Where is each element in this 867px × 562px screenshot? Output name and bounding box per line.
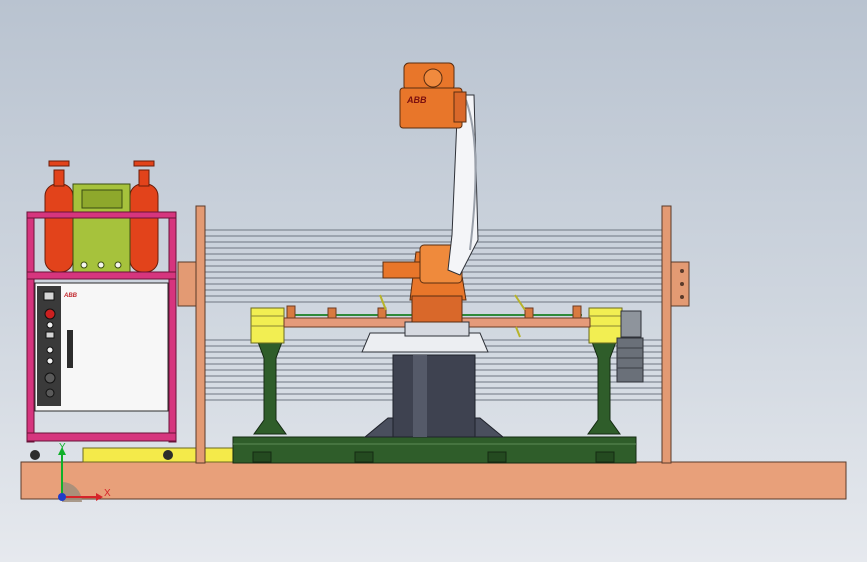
cart-frame-top — [26, 211, 177, 219]
cabinet-lamp — [46, 321, 54, 329]
base-foot — [595, 451, 615, 463]
fence-post-left — [195, 205, 206, 464]
cart-frame-bottom — [26, 432, 177, 442]
clamp — [327, 307, 337, 319]
fence-post-right — [661, 205, 672, 464]
robot-wrist-flange — [453, 91, 467, 123]
cabinet-dial — [44, 372, 56, 384]
wire-feeder-panel — [81, 189, 123, 209]
cart-frame-right — [168, 211, 177, 443]
robot-base-plate — [404, 321, 470, 337]
clamp — [572, 305, 582, 319]
cabinet-port — [45, 331, 55, 339]
bracket-bolt — [680, 295, 684, 299]
controller-side-panel — [37, 286, 61, 406]
floor-strip — [82, 447, 236, 463]
robot-pedestal — [392, 354, 476, 438]
clamp — [286, 305, 296, 319]
cabinet-door-handle — [67, 330, 73, 368]
pedestal-highlight — [413, 355, 427, 437]
motor-gearbox — [616, 337, 644, 383]
welding-cell-drawing: ABB ABB Y X — [20, 62, 847, 502]
cabinet-dial — [46, 357, 54, 365]
triad-y-label: Y — [59, 442, 66, 453]
cart-wheel — [163, 450, 173, 460]
positioner-motor — [620, 310, 642, 338]
cabinet-brand-text: ABB — [63, 293, 78, 299]
robot-wrist-cap — [423, 68, 443, 88]
base-foot — [354, 451, 374, 463]
clamp-arm — [515, 326, 521, 338]
cart-wheel — [30, 450, 40, 460]
green-base — [232, 436, 637, 464]
bracket-bolt — [680, 282, 684, 286]
fence-bracket-left — [177, 261, 197, 307]
base-foot — [252, 451, 272, 463]
triad-origin — [58, 493, 66, 501]
cart-frame-left — [26, 211, 35, 443]
robot-wrist-body — [399, 87, 463, 129]
feeder-knob — [114, 261, 122, 269]
robot-joint — [411, 295, 463, 323]
feeder-knob — [80, 261, 88, 269]
robot-axis2-motor — [382, 261, 422, 279]
emergency-stop — [44, 308, 56, 320]
feeder-knob — [97, 261, 105, 269]
cart-frame-shelf — [26, 271, 177, 280]
base-foot — [487, 451, 507, 463]
clamp — [524, 307, 534, 319]
floor-slab — [20, 461, 847, 500]
cabinet-dial — [45, 388, 55, 398]
cabinet-dial — [46, 346, 54, 354]
bracket-bolt — [680, 269, 684, 273]
cabinet-switch — [43, 291, 55, 301]
triad-x-label: X — [104, 488, 111, 499]
robot-brand-text: ABB — [406, 95, 427, 105]
